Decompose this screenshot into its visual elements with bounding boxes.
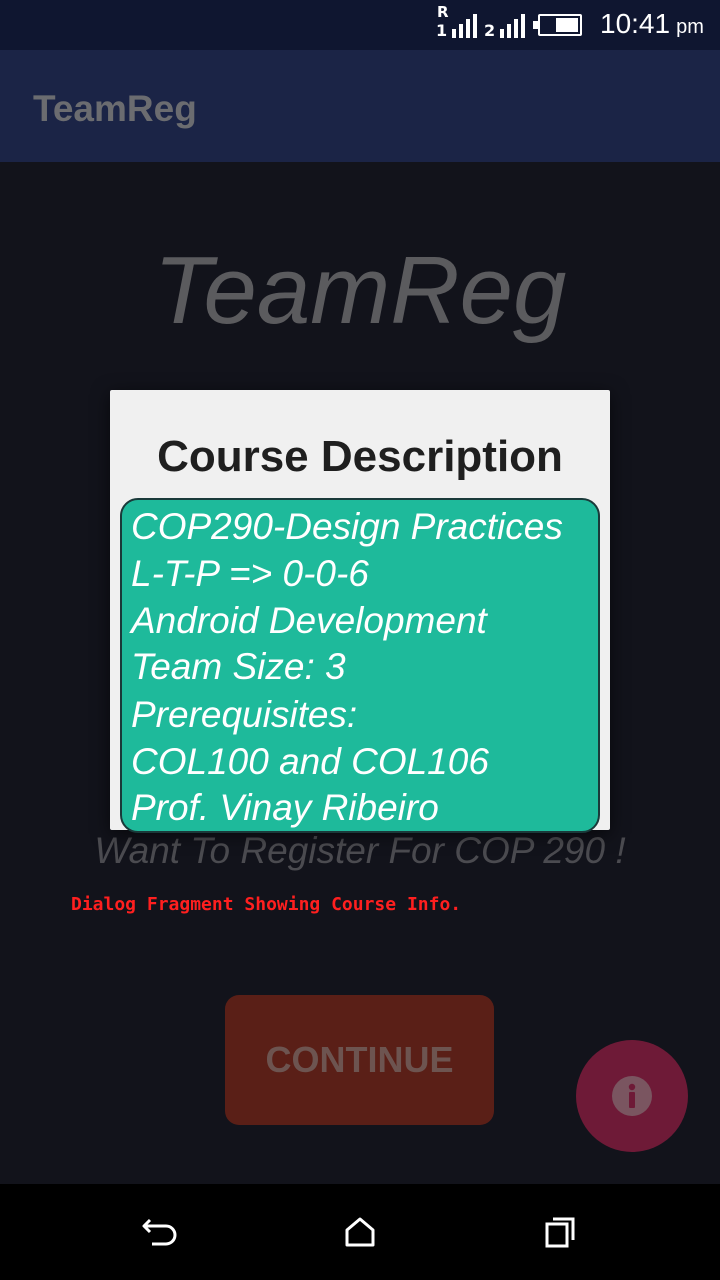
course-info-line: L-T-P => 0-0-6 [131,553,369,594]
home-button[interactable] [336,1208,384,1256]
register-prompt: Want To Register For COP 290 ! [94,830,626,871]
info-fab-button[interactable] [576,1040,688,1152]
course-info-line: Android Development [131,600,487,641]
hero-title: TeamReg [153,237,567,344]
recents-button[interactable] [536,1208,584,1256]
battery-icon [533,14,582,36]
sim1-signal-icon: 1 [436,12,478,39]
course-info-line: COL100 and COL106 [131,741,489,782]
course-info-line: Prof. Vinay Ribeiro [131,787,439,828]
status-clock: 10:41 pm [600,8,704,39]
screenshot-caption: Dialog Fragment Showing Course Info. [71,894,462,915]
recents-icon [545,1217,575,1248]
info-icon [612,1076,652,1116]
back-button[interactable] [136,1208,184,1256]
sim2-signal-icon: 2 [484,12,526,39]
course-info-line: Team Size: 3 [131,646,346,687]
back-icon [142,1218,177,1246]
status-bar: R 1 2 10:41 pm [0,0,720,50]
course-info-line: COP290-Design Practices [131,506,563,547]
continue-button[interactable]: CONTINUE [225,995,494,1125]
home-icon [345,1217,375,1247]
course-info-line: Prerequisites: [131,694,358,735]
app-bar-title: TeamReg [33,88,197,129]
dialog-title: Course Description [157,432,563,481]
